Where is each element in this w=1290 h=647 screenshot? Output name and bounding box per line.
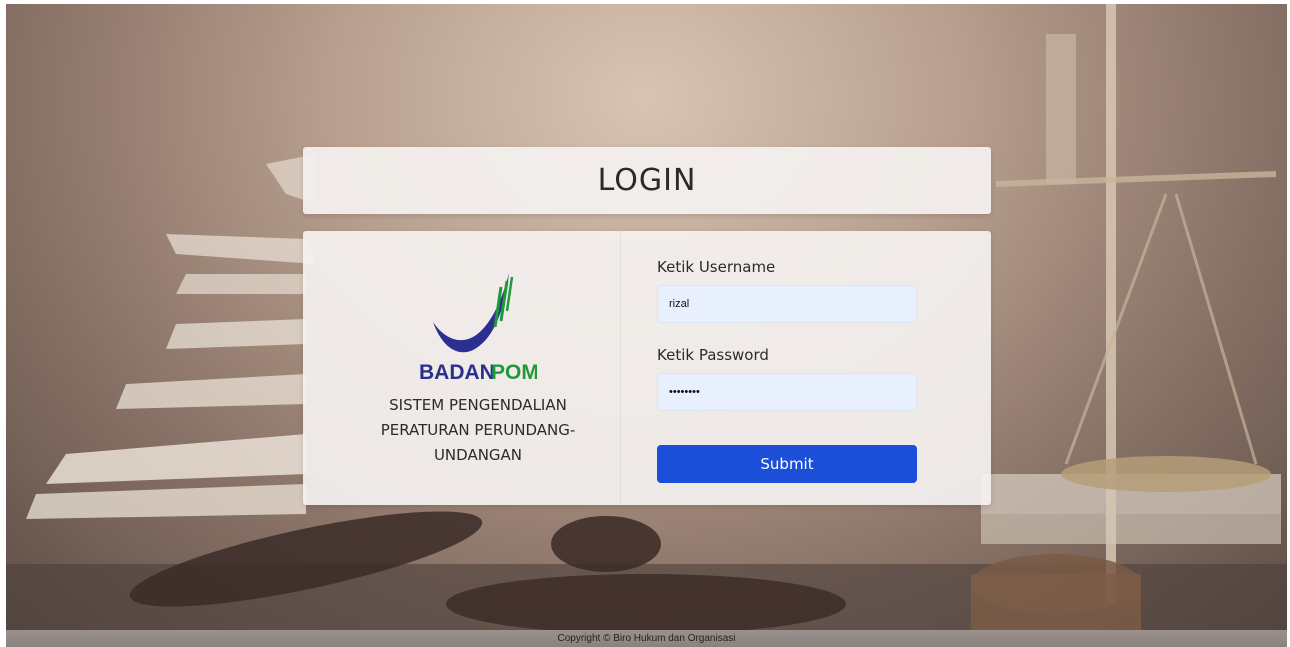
copyright-text: Copyright © Biro Hukum dan Organisasi xyxy=(557,633,736,644)
login-card: BADAN POM SISTEM PENGENDALIAN PERATURAN … xyxy=(303,231,991,505)
logo-text-pom: POM xyxy=(491,361,537,384)
badan-pom-logo: BADAN POM xyxy=(413,267,539,387)
logo-text-badan: BADAN xyxy=(419,361,495,384)
system-name: SISTEM PENGENDALIAN PERATURAN PERUNDANG-… xyxy=(380,396,576,464)
submit-button[interactable]: Submit xyxy=(657,445,917,483)
login-page: LOGIN BADAN POM SISTEM PENGENDALIAN PERA… xyxy=(0,0,1290,647)
login-title: LOGIN xyxy=(597,163,697,198)
password-label: Ketik Password xyxy=(657,346,769,364)
login-title-card: LOGIN xyxy=(303,147,991,214)
username-input[interactable] xyxy=(657,285,917,323)
username-label: Ketik Username xyxy=(657,258,776,276)
password-input[interactable] xyxy=(657,373,917,411)
checkmark-logo-icon: BADAN POM xyxy=(419,273,539,384)
card-divider xyxy=(620,231,621,505)
footer: Copyright © Biro Hukum dan Organisasi xyxy=(6,630,1287,647)
